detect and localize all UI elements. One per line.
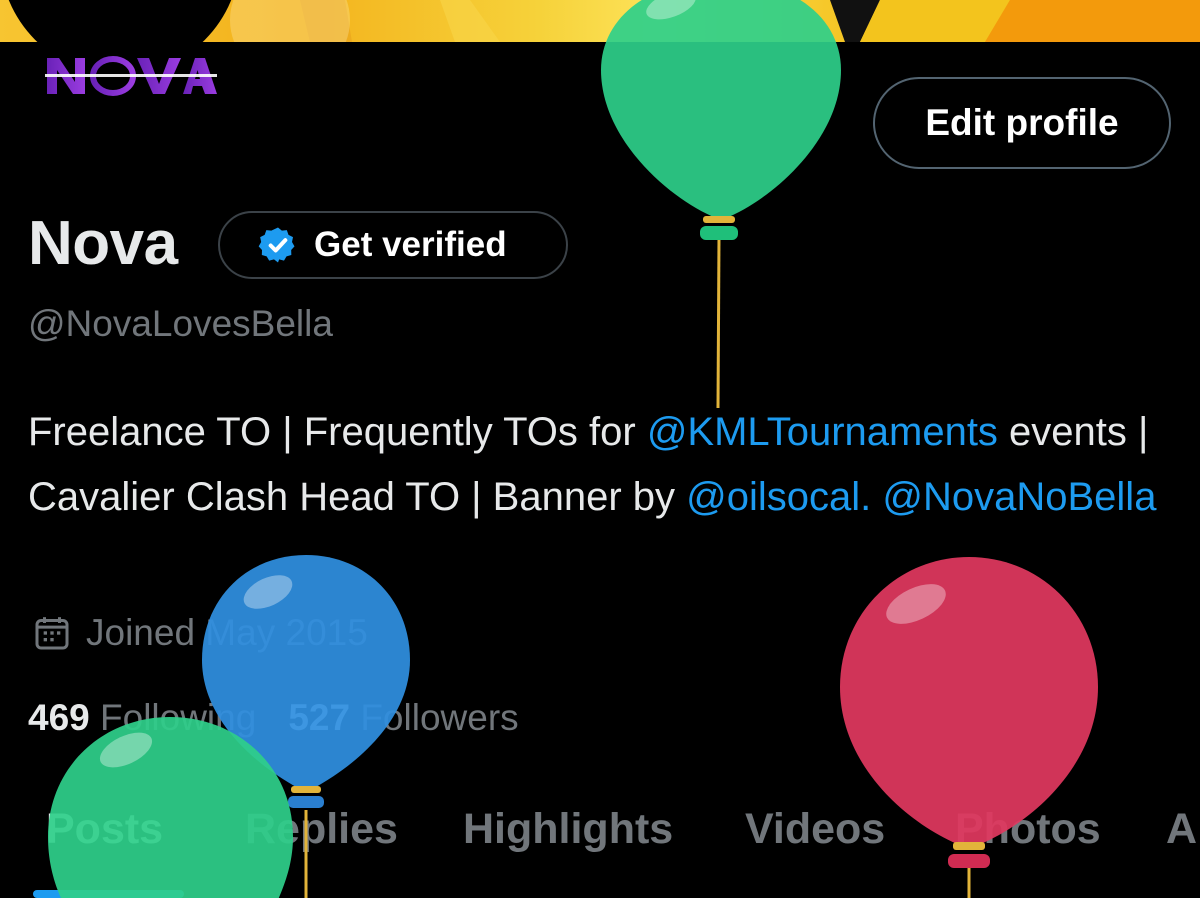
mention-link-kmltournaments[interactable]: @KMLTournaments xyxy=(647,410,998,454)
green-balloon-icon xyxy=(601,0,841,409)
tab-more[interactable]: A xyxy=(1166,805,1197,854)
mention-link-oilsocal[interactable]: @oilsocal xyxy=(686,475,860,519)
edit-profile-button[interactable]: Edit profile xyxy=(873,77,1171,169)
get-verified-label: Get verified xyxy=(314,225,507,264)
tab-replies[interactable]: Replies xyxy=(245,805,398,854)
verified-badge-icon xyxy=(258,227,295,263)
followers-count: 527 xyxy=(288,697,351,738)
joined-date: Joined May 2015 xyxy=(32,612,368,654)
profile-bio: Freelance TO | Frequently TOs for @KMLTo… xyxy=(28,400,1178,530)
tab-videos[interactable]: Videos xyxy=(745,805,885,854)
mention-link-novanobella[interactable]: @NovaNoBella xyxy=(882,475,1156,519)
joined-text: Joined May 2015 xyxy=(86,612,368,653)
nova-logo xyxy=(45,56,217,96)
bio-punctuation: . xyxy=(860,475,883,519)
tab-highlights[interactable]: Highlights xyxy=(463,805,673,854)
following-link[interactable]: 469 Following xyxy=(28,697,256,739)
bio-text: Freelance TO | Frequently TOs for xyxy=(28,410,647,454)
user-handle: @NovaLovesBella xyxy=(28,303,333,344)
following-label: Following xyxy=(100,697,257,738)
followers-label: Followers xyxy=(360,697,519,738)
display-name: Nova xyxy=(28,209,178,278)
profile-tabs: Posts Replies Highlights Videos Photos A xyxy=(0,805,1200,898)
following-count: 469 xyxy=(28,697,90,738)
tab-photos[interactable]: Photos xyxy=(955,805,1101,854)
followers-link[interactable]: 527 Followers xyxy=(288,697,518,739)
active-tab-indicator xyxy=(33,890,184,898)
get-verified-button[interactable]: Get verified xyxy=(218,211,568,279)
calendar-icon xyxy=(35,617,69,650)
tab-posts[interactable]: Posts xyxy=(46,805,163,854)
follow-stats: 469 Following 527 Followers xyxy=(28,697,551,739)
